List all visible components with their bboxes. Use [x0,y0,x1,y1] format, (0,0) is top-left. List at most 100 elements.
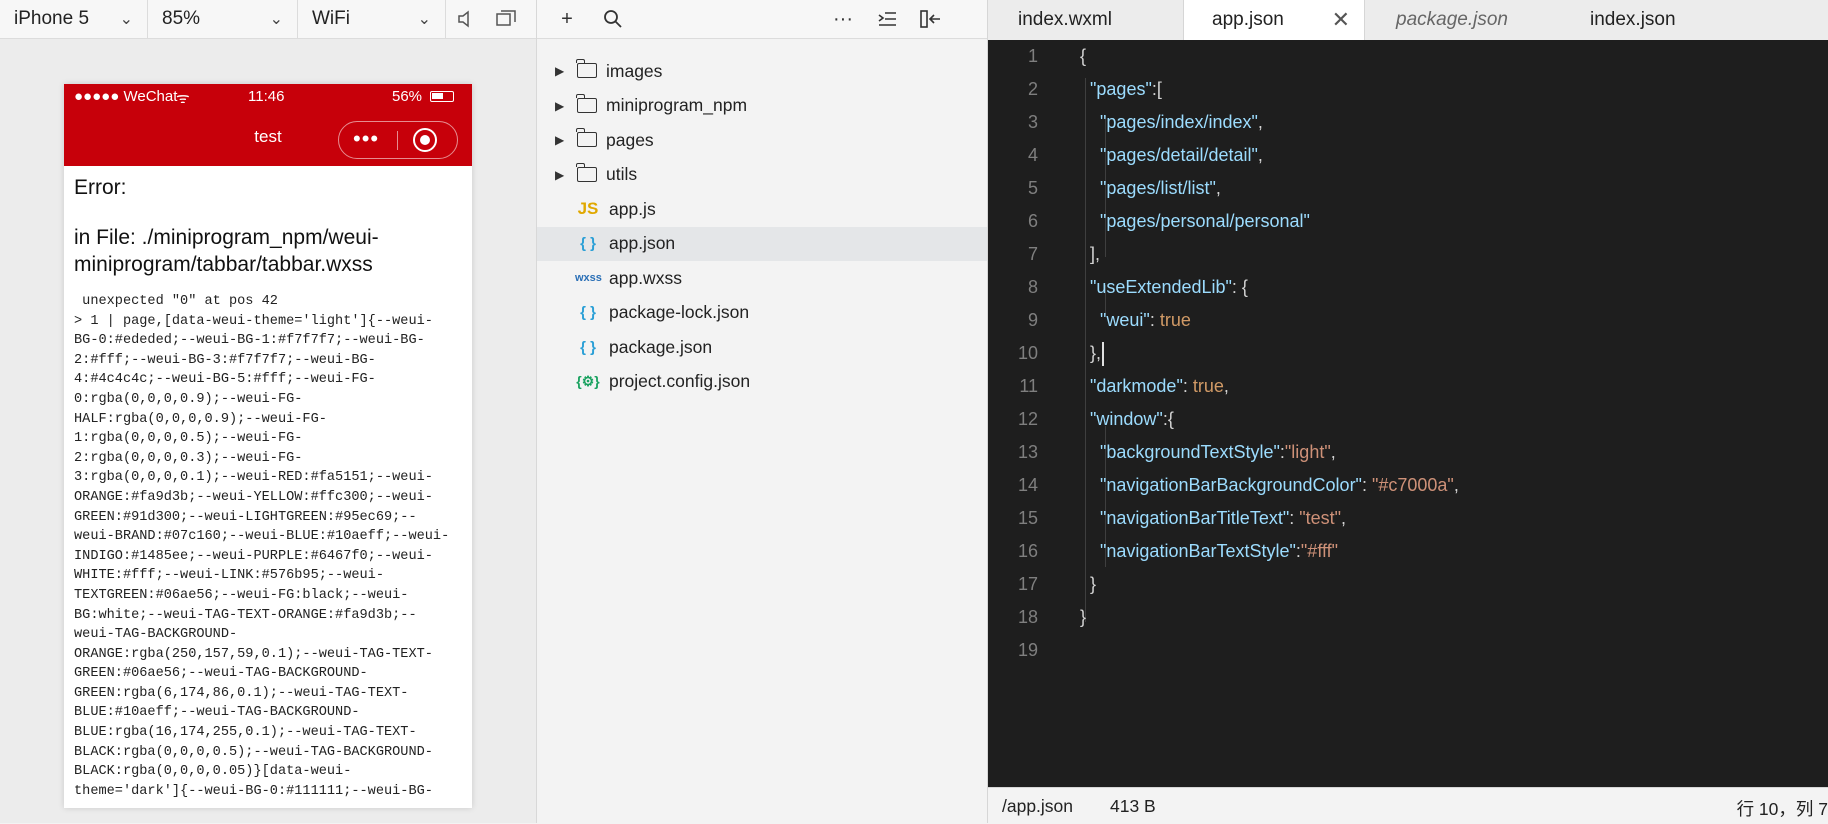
folder-label: utils [606,164,638,185]
chevron-down-icon: ⌄ [417,11,431,28]
more-icon[interactable]: ··· [827,0,859,38]
folder-pages[interactable]: ▶ pages [537,123,987,158]
text-cursor [1102,342,1105,367]
folder-label: miniprogram_npm [606,95,748,116]
explorer-toolbar: + ··· [537,0,987,39]
detach-window-icon[interactable] [486,0,526,38]
zoom-select[interactable]: 85% ⌄ [148,0,298,38]
folder-utils[interactable]: ▶ utils [537,158,987,193]
tab-index-json[interactable]: index.json [1546,0,1746,40]
file-app-wxss[interactable]: wxss app.wxss [537,261,987,296]
file-app-json[interactable]: { } app.json [537,226,987,261]
battery-level: 56% [392,88,423,105]
simulator-toolbar: iPhone 5 ⌄ 85% ⌄ WiFi ⌄ [0,0,536,39]
line-number: 7 [1027,244,1038,264]
line-content: "navigationBarTextStyle":"#fff" [1100,541,1339,561]
json-file-icon: { } [580,304,596,322]
device-select[interactable]: iPhone 5 ⌄ [0,0,148,38]
code-line: 5 "pages/list/list", [988,172,1828,205]
search-icon[interactable] [597,0,629,38]
code-line: 12 "window":{ [988,403,1828,436]
file-project-config-json[interactable]: {⚙} project.config.json [537,365,987,400]
line-number: 18 [1017,607,1038,627]
collapse-panel-icon[interactable] [915,0,947,38]
code-line: 18} [988,601,1828,634]
code-line: 10 }, [988,337,1828,370]
editor-tab-bar: index.wxml app.json ✕ package.json index… [988,0,1828,41]
code-line: 11 "darkmode": true, [988,370,1828,403]
line-number: 4 [1027,145,1038,165]
line-content: ], [1080,244,1101,264]
line-content: "navigationBarTitleText": "test", [1100,508,1347,528]
file-app-js[interactable]: JS app.js [537,192,987,227]
folder-icon [576,162,597,182]
code-line: 17 } [988,568,1828,601]
more-icon[interactable]: ••• [353,128,379,150]
file-label: project.config.json [609,371,751,392]
line-number: 3 [1027,112,1038,132]
folder-miniprogram-npm[interactable]: ▶ miniprogram_npm [537,89,987,124]
error-code: unexpected "0" at pos 42 > 1 | page,[dat… [74,294,450,799]
line-number: 10 [1017,343,1038,363]
code-area[interactable]: 1{ 2 "pages":[ 3 "pages/index/index", 4 … [988,40,1828,787]
config-file-icon: {⚙} [576,373,600,390]
code-line: 6 "pages/personal/personal" [988,205,1828,238]
code-line: 1{ [988,40,1828,73]
folder-icon [576,128,597,147]
expand-arrow-icon[interactable]: ▶ [555,133,564,147]
code-line: 2 "pages":[ [988,73,1828,106]
file-label: package-lock.json [609,302,750,323]
line-number: 8 [1027,277,1038,297]
menu-capsule[interactable]: ••• [338,121,458,159]
tab-package-json[interactable]: package.json [1368,0,1546,40]
mute-icon[interactable] [446,0,486,38]
folder-images[interactable]: ▶ images [537,54,987,89]
network-select[interactable]: WiFi ⌄ [298,0,446,38]
battery-icon [430,91,454,102]
tab-label: package.json [1396,9,1508,30]
line-number: 5 [1027,178,1038,198]
line-content: { [1080,46,1087,66]
status-cursor-position[interactable]: 行 10，列 7 [1737,796,1828,821]
tab-app-json[interactable]: app.json ✕ [1183,0,1365,40]
line-content: "pages/index/index", [1100,112,1263,132]
file-explorer: + ··· ▶ images ▶ miniprogram_npm ▶ pages [537,0,988,823]
json-file-icon: { } [580,235,596,253]
code-editor: index.wxml app.json ✕ package.json index… [988,0,1828,824]
code-line: 16 "navigationBarTextStyle":"#fff" [988,535,1828,568]
folder-icon [576,59,597,78]
chevron-down-icon: ⌄ [119,11,133,28]
add-icon[interactable]: + [551,0,583,38]
phone-screen: ●●●●● WeChat ᯤ 11:46 56% test ••• Error:… [64,84,472,808]
expand-arrow-icon[interactable]: ▶ [555,168,564,182]
close-miniprogram-icon[interactable] [413,128,437,152]
line-content: "darkmode": true, [1090,376,1229,396]
file-package-json[interactable]: { } package.json [537,330,987,365]
line-content: "navigationBarBackgroundColor": "#c7000a… [1100,475,1459,495]
folder-label: pages [606,129,654,150]
line-number: 16 [1017,541,1038,561]
simulator-panel: iPhone 5 ⌄ 85% ⌄ WiFi ⌄ ●●●●● WeChat ᯤ 1… [0,0,537,823]
code-line: 19 [988,634,1828,667]
status-file-path: /app.json [1002,796,1074,816]
code-line: 13 "backgroundTextStyle":"light", [988,436,1828,469]
wxss-file-icon: wxss [575,272,602,285]
network-value: WiFi [312,8,350,29]
expand-arrow-icon[interactable]: ▶ [555,99,564,113]
phone-status-bar: ●●●●● WeChat ᯤ 11:46 56% [64,84,472,110]
expand-arrow-icon[interactable]: ▶ [555,64,564,78]
line-content: } [1080,574,1097,594]
tab-index-wxml[interactable]: index.wxml [988,0,1180,40]
close-icon[interactable]: ✕ [1332,7,1350,33]
collapse-indent-icon[interactable] [871,0,903,38]
file-tree: ▶ images ▶ miniprogram_npm ▶ pages ▶ uti… [537,54,987,399]
js-file-icon: JS [577,199,599,219]
error-title: Error: [74,176,127,199]
line-number: 17 [1017,574,1038,594]
code-line: 3 "pages/index/index", [988,106,1828,139]
json-file-icon: { } [580,338,596,356]
chevron-down-icon: ⌄ [269,11,283,28]
file-package-lock-json[interactable]: { } package-lock.json [537,296,987,331]
line-number: 6 [1027,211,1038,231]
line-content: "pages/list/list", [1100,178,1221,198]
